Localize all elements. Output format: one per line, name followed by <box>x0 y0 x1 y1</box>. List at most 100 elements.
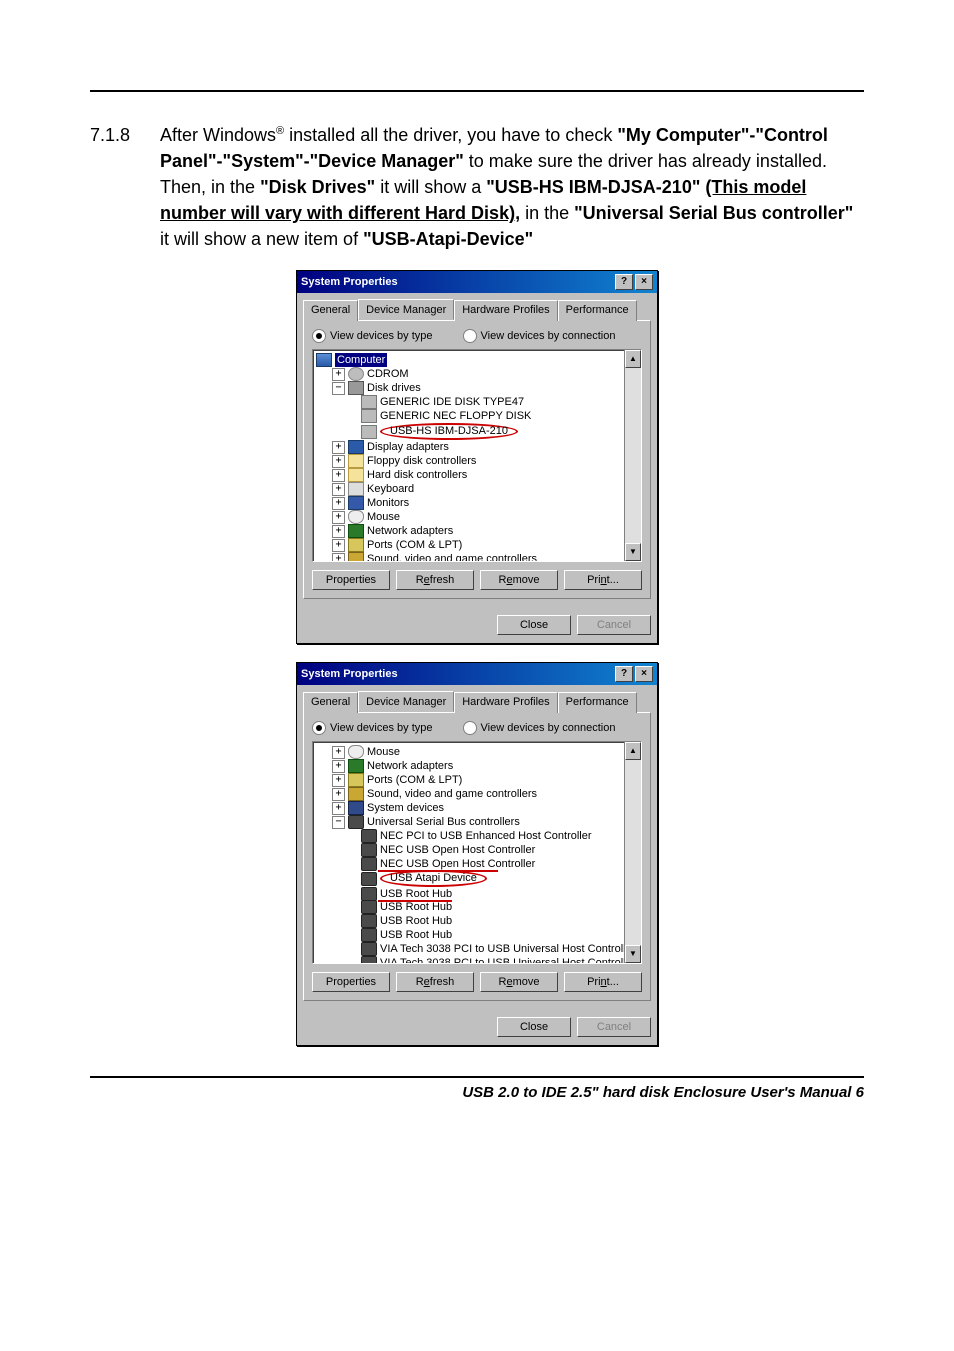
expand-icon[interactable]: + <box>332 788 345 801</box>
tree-item-keyboard[interactable]: +Keyboard <box>316 482 638 496</box>
radio-label: View devices by type <box>330 722 433 734</box>
tab-hardware-profiles[interactable]: Hardware Profiles <box>454 300 557 321</box>
tree-item-floppy-ctrl[interactable]: +Floppy disk controllers <box>316 454 638 468</box>
tab-performance[interactable]: Performance <box>558 692 637 713</box>
remove-button[interactable]: Remove <box>480 570 558 590</box>
expand-icon[interactable]: + <box>332 469 345 482</box>
tree-item-disk-drives[interactable]: −Disk drives <box>316 381 638 395</box>
tree-item-display[interactable]: +Display adapters <box>316 440 638 454</box>
expand-icon[interactable]: + <box>332 539 345 552</box>
tree-item-root-hub-3[interactable]: USB Root Hub <box>316 914 638 928</box>
help-button[interactable]: ? <box>615 274 633 290</box>
tree-item-sound[interactable]: +Sound, video and game controllers <box>316 787 638 801</box>
tree-item-mouse[interactable]: +Mouse <box>316 745 638 759</box>
tree-item-nec-open-2[interactable]: NEC USB Open Host Controller <box>316 857 638 871</box>
tree-label: USB Atapi Device <box>390 872 477 884</box>
expand-icon[interactable]: + <box>332 455 345 468</box>
expand-icon[interactable]: + <box>332 525 345 538</box>
radio-by-type[interactable]: View devices by type <box>312 329 433 343</box>
tree-label: Ports (COM & LPT) <box>367 538 462 552</box>
remove-button[interactable]: Remove <box>480 972 558 992</box>
instruction-paragraph: 7.1.8 After Windows® installed all the d… <box>90 122 864 252</box>
radio-by-connection[interactable]: View devices by connection <box>463 721 616 735</box>
print-button[interactable]: Print... <box>564 972 642 992</box>
tab-device-manager[interactable]: Device Manager <box>358 299 454 320</box>
tab-hardware-profiles[interactable]: Hardware Profiles <box>454 692 557 713</box>
titlebar[interactable]: System Properties ? × <box>297 663 657 685</box>
expand-icon[interactable]: + <box>332 497 345 510</box>
expand-icon[interactable]: + <box>332 760 345 773</box>
tab-device-manager[interactable]: Device Manager <box>358 691 454 712</box>
tree-item-ports[interactable]: + Ports (COM & LPT) <box>316 538 638 552</box>
tree-item-root-hub-2[interactable]: USB Root Hub <box>316 900 638 914</box>
tree-item-sound[interactable]: +Sound, video and game controllers <box>316 552 638 562</box>
tree-item-monitors[interactable]: + Monitors <box>316 496 638 510</box>
scroll-up-button[interactable]: ▲ <box>625 742 641 760</box>
tree-item-nec-enhanced[interactable]: NEC PCI to USB Enhanced Host Controller <box>316 829 638 843</box>
expand-icon[interactable]: + <box>332 774 345 787</box>
tree-item-generic-ide[interactable]: GENERIC IDE DISK TYPE47 <box>316 395 638 409</box>
expand-icon[interactable]: + <box>332 511 345 524</box>
diskitem-icon <box>361 425 377 439</box>
bold-atapi: "USB-Atapi-Device" <box>363 229 533 249</box>
properties-button[interactable]: Properties <box>312 570 390 590</box>
controller-icon <box>348 454 364 468</box>
expand-icon[interactable]: + <box>332 553 345 563</box>
tree-item-generic-floppy[interactable]: GENERIC NEC FLOPPY DISK <box>316 409 638 423</box>
tree-item-hdd-ctrl[interactable]: +Hard disk controllers <box>316 468 638 482</box>
tab-general[interactable]: General <box>303 692 358 713</box>
tree-label: USB Root Hub <box>380 914 452 928</box>
scroll-track[interactable] <box>625 368 641 543</box>
expand-icon[interactable]: + <box>332 483 345 496</box>
properties-button[interactable]: Properties <box>312 972 390 992</box>
tree-item-mouse[interactable]: +Mouse <box>316 510 638 524</box>
text: installed all the driver, you have to ch… <box>284 125 617 145</box>
expand-icon[interactable]: + <box>332 746 345 759</box>
tab-performance[interactable]: Performance <box>558 300 637 321</box>
tree-item-cdrom[interactable]: +CDROM <box>316 367 638 381</box>
titlebar[interactable]: System Properties ? × <box>297 271 657 293</box>
tab-general[interactable]: General <box>303 300 358 321</box>
tree-item-system[interactable]: +System devices <box>316 801 638 815</box>
expand-icon[interactable]: + <box>332 441 345 454</box>
tree-item-usb-hs-ibm[interactable]: USB-HS IBM-DJSA-210 <box>316 423 638 440</box>
expand-icon[interactable]: + <box>332 802 345 815</box>
tree-label: Monitors <box>367 496 409 510</box>
scroll-down-button[interactable]: ▼ <box>625 543 641 561</box>
radio-by-connection[interactable]: View devices by connection <box>463 329 616 343</box>
tree-item-ports[interactable]: +Ports (COM & LPT) <box>316 773 638 787</box>
keyboard-icon <box>348 482 364 496</box>
collapse-icon[interactable]: − <box>332 816 345 829</box>
display-icon <box>348 440 364 454</box>
tree-item-usb-controllers[interactable]: −Universal Serial Bus controllers <box>316 815 638 829</box>
tree-item-network[interactable]: +Network adapters <box>316 759 638 773</box>
close-dialog-button[interactable]: Close <box>497 615 571 635</box>
tree-item-usb-atapi[interactable]: USB Atapi Device <box>316 870 638 887</box>
tree-item-network[interactable]: +Network adapters <box>316 524 638 538</box>
close-button[interactable]: × <box>635 274 653 290</box>
tree-item-computer[interactable]: Computer <box>316 353 638 367</box>
scroll-track[interactable] <box>625 760 641 945</box>
scrollbar[interactable]: ▲ ▼ <box>624 350 641 561</box>
tree-item-root-hub-4[interactable]: USB Root Hub <box>316 928 638 942</box>
close-dialog-button[interactable]: Close <box>497 1017 571 1037</box>
device-tree[interactable]: Computer +CDROM −Disk drives GENERIC IDE… <box>312 349 642 562</box>
radio-by-type[interactable]: View devices by type <box>312 721 433 735</box>
tab-panel: View devices by type View devices by con… <box>303 712 651 1001</box>
tree-item-root-hub-1[interactable]: USB Root Hub <box>316 887 638 901</box>
collapse-icon[interactable]: − <box>332 382 345 395</box>
device-tree[interactable]: +Mouse +Network adapters +Ports (COM & L… <box>312 741 642 964</box>
print-button[interactable]: Print... <box>564 570 642 590</box>
help-button[interactable]: ? <box>615 666 633 682</box>
refresh-button[interactable]: Refresh <box>396 570 474 590</box>
tree-item-via-1[interactable]: VIA Tech 3038 PCI to USB Universal Host … <box>316 942 638 956</box>
scrollbar[interactable]: ▲ ▼ <box>624 742 641 963</box>
expand-icon[interactable]: + <box>332 368 345 381</box>
refresh-button[interactable]: Refresh <box>396 972 474 992</box>
tree-item-via-2[interactable]: VIA Tech 3038 PCI to USB Universal Host … <box>316 956 638 964</box>
scroll-up-button[interactable]: ▲ <box>625 350 641 368</box>
scroll-down-button[interactable]: ▼ <box>625 945 641 963</box>
disk-icon <box>348 381 364 395</box>
tree-item-nec-open-1[interactable]: NEC USB Open Host Controller <box>316 843 638 857</box>
close-button[interactable]: × <box>635 666 653 682</box>
